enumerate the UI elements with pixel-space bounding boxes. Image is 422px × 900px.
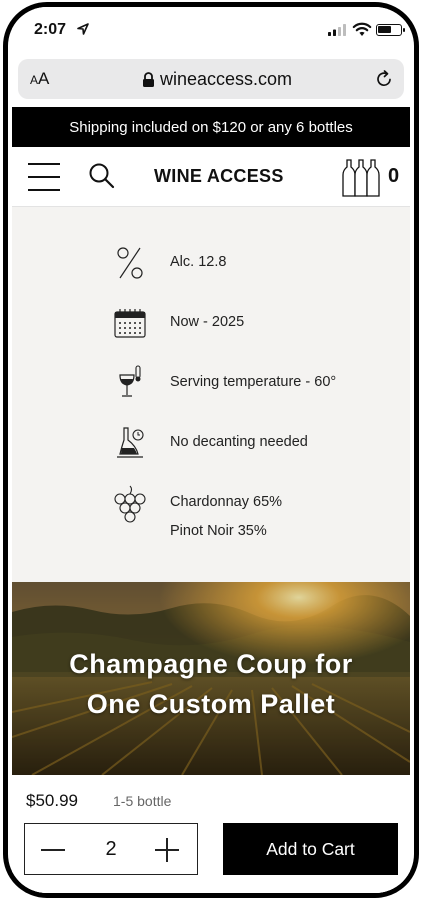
- hero-title-line-2: One Custom Pallet: [86, 689, 336, 719]
- detail-decanting: No decanting needed: [12, 423, 410, 463]
- brand-logo[interactable]: WINE ACCESS: [154, 166, 284, 187]
- detail-alcohol-text: Alc. 12.8: [170, 254, 227, 270]
- battery-icon: [376, 24, 405, 36]
- screen: 2:07 AA wineaccess.com Shipping included…: [12, 7, 410, 893]
- detail-decanting-text: No decanting needed: [170, 434, 308, 450]
- add-to-cart-button[interactable]: Add to Cart: [223, 823, 398, 875]
- bottle-range: 1-5 bottle: [113, 793, 172, 809]
- status-time: 2:07: [34, 21, 67, 38]
- address-bar[interactable]: AA wineaccess.com: [18, 59, 404, 99]
- lock-icon: [143, 72, 154, 87]
- decanter-icon: [110, 423, 150, 463]
- cart-bottles-icon[interactable]: [342, 156, 380, 198]
- detail-varietals: Chardonnay 65% Pinot Noir 35%: [12, 483, 410, 553]
- location-arrow-icon: [77, 23, 89, 35]
- hero-title: Champagne Coup for One Custom Pallet: [12, 644, 410, 724]
- shipping-banner-text: Shipping included on $120 or any 6 bottl…: [69, 118, 353, 136]
- detail-drink-window: Now - 2025: [12, 303, 410, 343]
- calendar-icon: [110, 303, 150, 343]
- status-bar: 2:07: [12, 7, 410, 51]
- purchase-bar: $50.99 1-5 bottle 2 Add to Cart: [12, 775, 410, 893]
- shipping-banner: Shipping included on $120 or any 6 bottl…: [12, 107, 410, 147]
- price: $50.99: [26, 791, 78, 810]
- wine-details: Alc. 12.8 Now - 2025 Serving temperature…: [12, 207, 410, 582]
- percent-icon: [110, 243, 150, 283]
- minus-icon[interactable]: [41, 849, 65, 851]
- text-size-button[interactable]: AA: [30, 69, 49, 89]
- detail-alcohol: Alc. 12.8: [12, 243, 410, 283]
- cart-count[interactable]: 0: [388, 165, 399, 188]
- detail-serving-temperature: Serving temperature - 60°: [12, 363, 410, 403]
- hero-title-line-1: Champagne Coup for: [69, 649, 353, 679]
- detail-serving-temperature-text: Serving temperature - 60°: [170, 374, 337, 390]
- detail-drink-window-text: Now - 2025: [170, 314, 245, 330]
- plus-icon-vertical[interactable]: [166, 838, 168, 862]
- search-icon[interactable]: [88, 162, 116, 190]
- site-header: WINE ACCESS 0: [12, 147, 410, 207]
- quantity-stepper[interactable]: 2: [24, 823, 198, 875]
- detail-varietal-1: Chardonnay 65%: [170, 494, 283, 510]
- wifi-icon: [352, 22, 372, 36]
- phone-frame: 2:07 AA wineaccess.com Shipping included…: [3, 2, 419, 898]
- cellular-signal-icon: [328, 24, 346, 36]
- hero-image: Champagne Coup for One Custom Pallet: [12, 582, 410, 775]
- detail-varietal-2: Pinot Noir 35%: [170, 523, 267, 539]
- reload-icon[interactable]: [374, 69, 394, 89]
- quantity-value[interactable]: 2: [95, 838, 127, 861]
- hamburger-menu-icon[interactable]: [28, 161, 60, 193]
- grapes-icon: [110, 483, 150, 527]
- url-text[interactable]: wineaccess.com: [160, 69, 292, 90]
- wine-thermometer-icon: [110, 363, 150, 403]
